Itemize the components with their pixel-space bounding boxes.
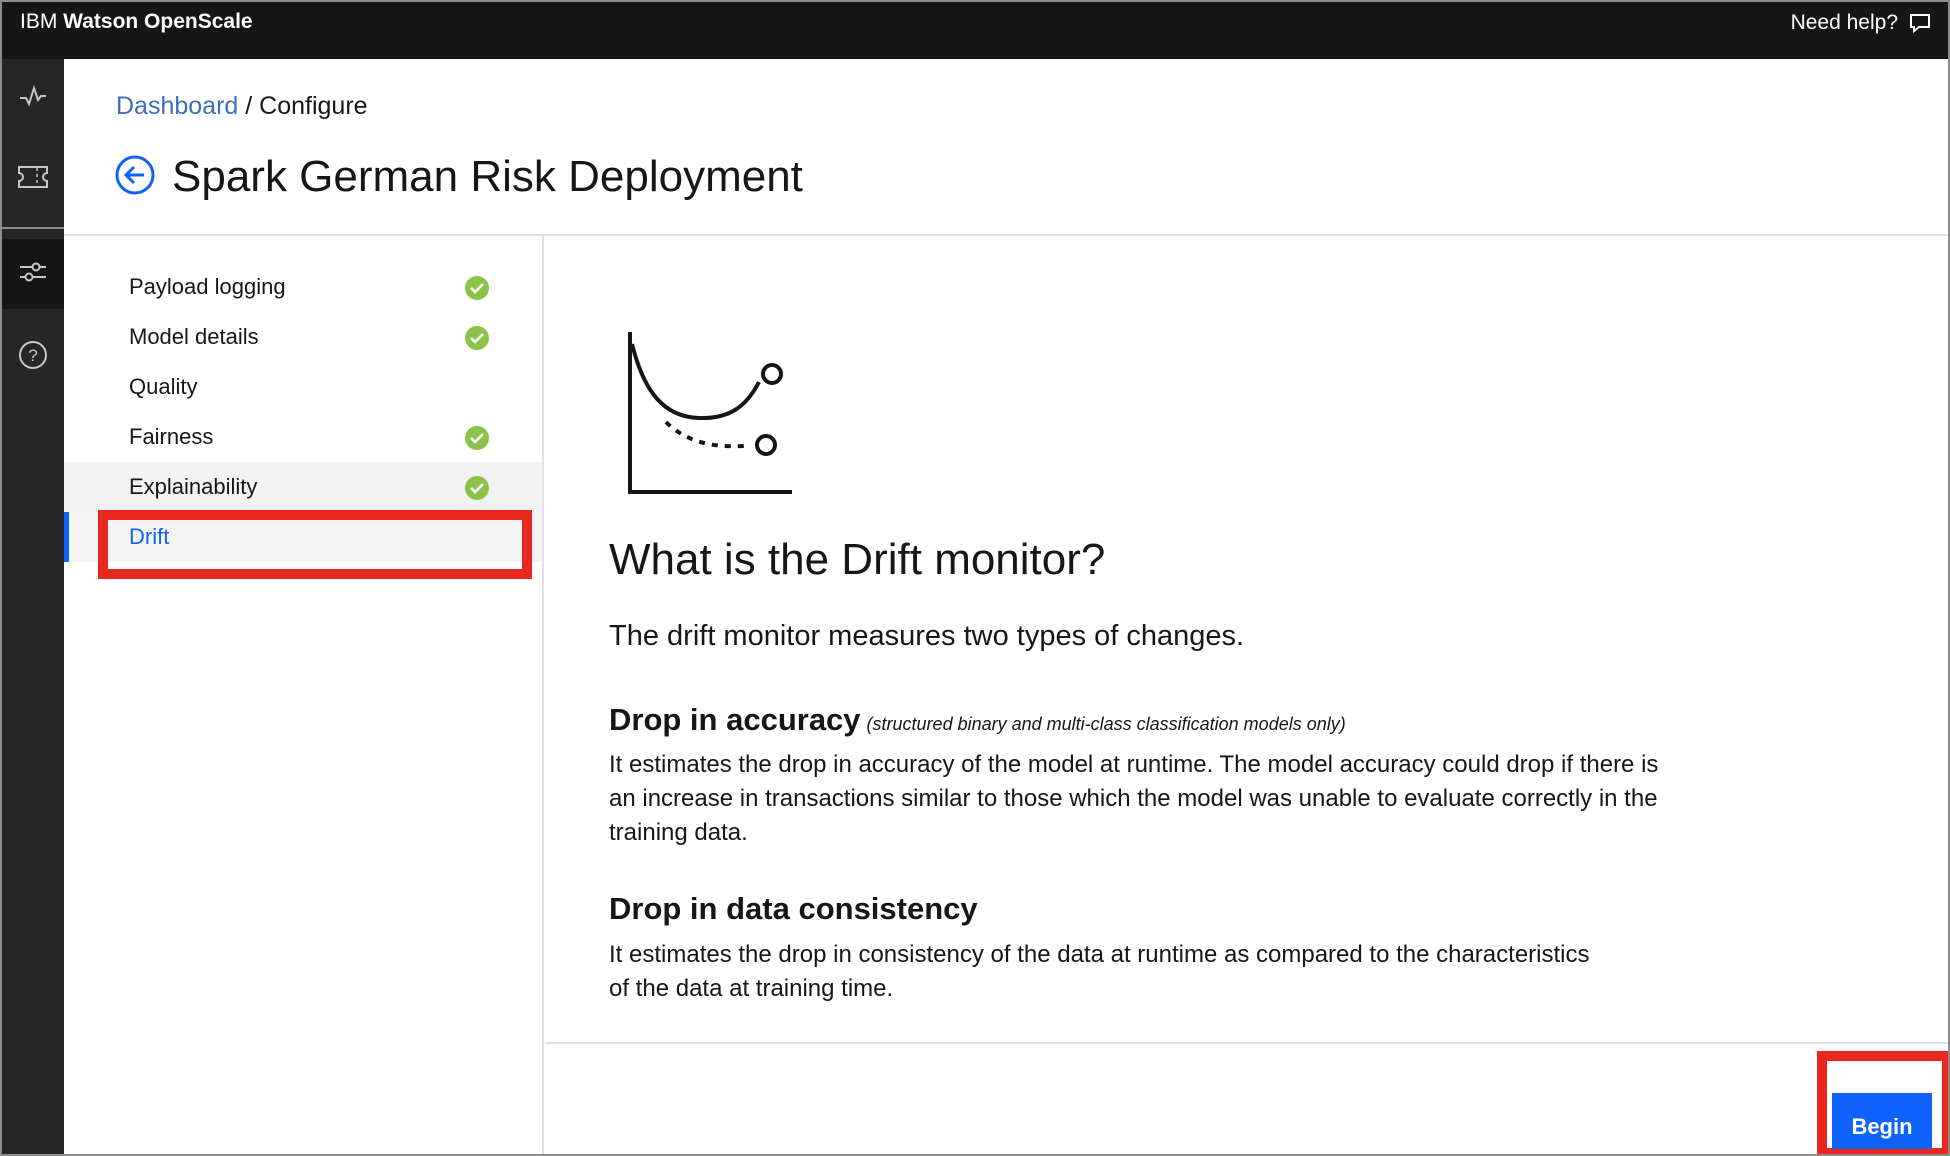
accuracy-note: (structured binary and multi-class class… <box>866 714 1346 734</box>
brand-name: Watson OpenScale <box>63 10 253 33</box>
ticket-icon <box>17 164 49 195</box>
page-header: Spark German Risk Deployment <box>114 152 803 202</box>
drift-lead-text: The drift monitor measures two types of … <box>609 620 1245 652</box>
rail-separator <box>2 227 64 229</box>
nav-item-label: Payload logging <box>129 274 286 299</box>
checkmark-icon <box>464 325 490 356</box>
left-rail: ? <box>2 59 64 1154</box>
begin-button[interactable]: Begin <box>1832 1093 1932 1149</box>
breadcrumb-separator: / <box>238 92 260 120</box>
activity-icon <box>18 82 48 117</box>
accuracy-description: It estimates the drop in accuracy of the… <box>609 751 1659 846</box>
consistency-description: It estimates the drop in consistency of … <box>609 941 1590 1002</box>
help-circle-icon: ? <box>17 339 49 376</box>
breadcrumb: Dashboard / Configure <box>116 92 368 121</box>
need-help-label: Need help? <box>1790 11 1898 34</box>
accuracy-section-title: Drop in accuracy (structured binary and m… <box>609 702 1346 738</box>
chat-icon <box>1908 12 1932 34</box>
nav-item-label: Explainability <box>129 474 258 499</box>
page-title: Spark German Risk Deployment <box>172 152 803 201</box>
nav-item-label: Fairness <box>129 424 214 449</box>
nav-item-label: Quality <box>129 374 198 399</box>
rail-deployments-button[interactable] <box>2 144 64 214</box>
top-bar: IBM Watson OpenScale Need help? <box>2 2 1948 59</box>
footer-divider <box>545 1042 1948 1044</box>
consistency-section-title: Drop in data consistency <box>609 891 978 926</box>
breadcrumb-dashboard-link[interactable]: Dashboard <box>116 92 238 120</box>
nav-item-quality[interactable]: Quality <box>64 362 542 412</box>
nav-item-payload-logging[interactable]: Payload logging <box>64 262 542 312</box>
selected-indicator <box>64 512 69 562</box>
svg-text:?: ? <box>28 346 37 365</box>
checkmark-icon <box>464 475 490 506</box>
rail-insights-button[interactable] <box>2 64 64 134</box>
back-arrow-icon[interactable] <box>114 154 156 201</box>
rail-help-button[interactable]: ? <box>2 322 64 392</box>
configure-sidebar: Payload logging Model details Quality Fa… <box>64 236 544 1154</box>
need-help-link[interactable]: Need help? <box>1791 11 1932 35</box>
annotation-box-drift <box>98 510 532 579</box>
checkmark-icon <box>464 425 490 456</box>
breadcrumb-current: Configure <box>259 92 368 120</box>
checkmark-icon <box>464 275 490 306</box>
drift-heading: What is the Drift monitor? <box>609 535 1106 584</box>
accuracy-title-text: Drop in accuracy <box>609 702 861 737</box>
rail-configure-button[interactable] <box>2 239 64 309</box>
brand-logo[interactable]: IBM Watson OpenScale <box>20 10 253 34</box>
sliders-icon <box>18 257 48 292</box>
nav-item-model-details[interactable]: Model details <box>64 312 542 362</box>
nav-item-label: Model details <box>129 324 259 349</box>
nav-item-fairness[interactable]: Fairness <box>64 412 542 462</box>
brand-prefix: IBM <box>20 10 64 33</box>
drift-chart-icon <box>614 322 794 507</box>
nav-item-explainability[interactable]: Explainability <box>64 462 542 512</box>
app-frame: IBM Watson OpenScale Need help? ? Dashbo… <box>0 0 1950 1156</box>
